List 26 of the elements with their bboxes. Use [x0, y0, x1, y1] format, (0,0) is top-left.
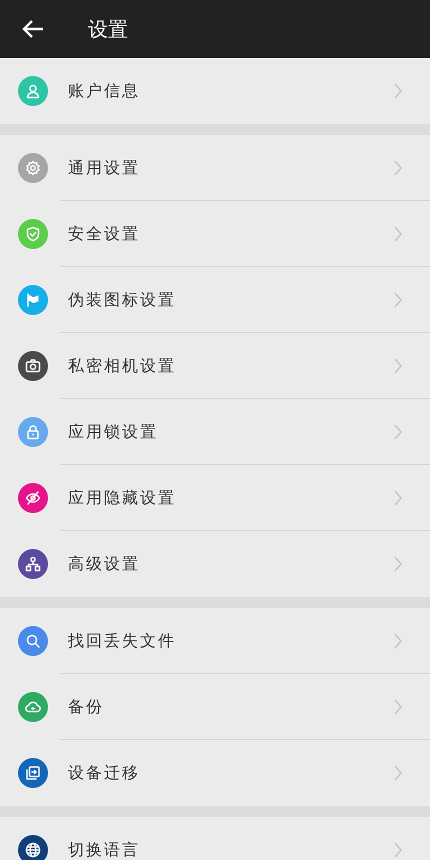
settings-row[interactable]: 找回丢失文件: [0, 608, 430, 674]
settings-row[interactable]: 伪装图标设置: [0, 267, 430, 333]
settings-row[interactable]: 私密相机设置: [0, 333, 430, 399]
settings-row[interactable]: 通用设置: [0, 135, 430, 201]
settings-row[interactable]: 设备迁移: [0, 740, 430, 806]
settings-row[interactable]: 高级设置: [0, 531, 430, 597]
chevron-icon: [394, 160, 402, 176]
chevron-icon: [394, 226, 402, 242]
chevron-icon: [394, 556, 402, 572]
chevron-icon: [394, 83, 402, 99]
settings-row[interactable]: 安全设置: [0, 201, 430, 267]
settings-row[interactable]: 账户信息: [0, 58, 430, 124]
chevron-icon: [394, 292, 402, 308]
page-title: 设置: [88, 16, 128, 43]
chevron-icon: [394, 358, 402, 374]
settings-row[interactable]: 切换语言: [0, 817, 430, 860]
settings-row[interactable]: 备份: [0, 674, 430, 740]
chevron-icon: [394, 633, 402, 649]
chevron-icon: [394, 490, 402, 506]
settings-row[interactable]: 应用隐藏设置: [0, 465, 430, 531]
chevron-icon: [394, 765, 402, 781]
chevron-icon: [394, 699, 402, 715]
chevron-icon: [394, 842, 402, 858]
chevron-icon: [394, 424, 402, 440]
back-icon[interactable]: [22, 19, 44, 39]
settings-row[interactable]: 应用锁设置: [0, 399, 430, 465]
